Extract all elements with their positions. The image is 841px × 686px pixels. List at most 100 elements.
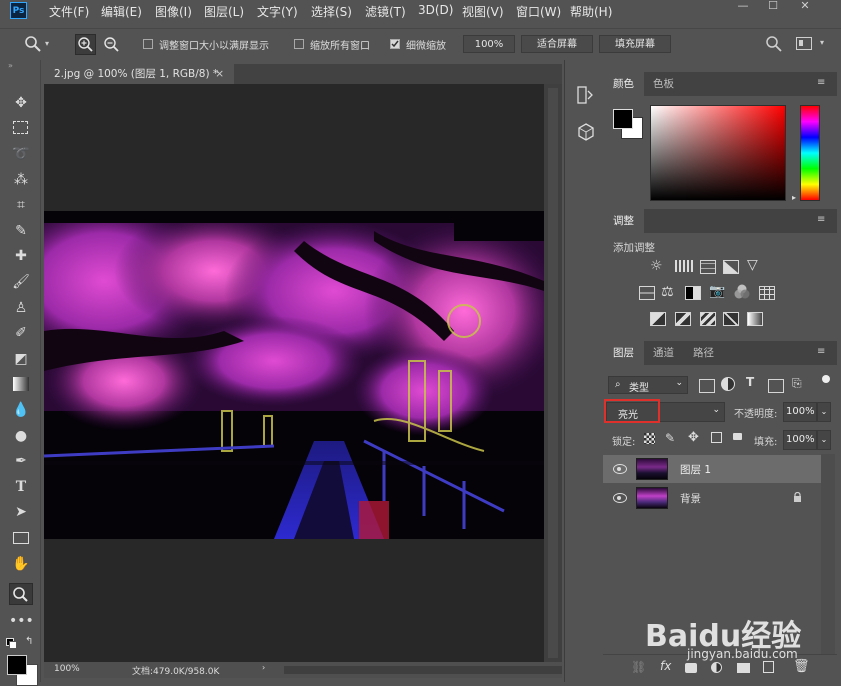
vibrance-icon[interactable]: ▽ xyxy=(747,257,758,273)
color-balance-icon[interactable]: ⚖ xyxy=(661,284,674,300)
visibility-eye-icon[interactable] xyxy=(613,464,627,474)
gradient-tool-icon[interactable] xyxy=(9,373,33,395)
opacity-chevron-icon[interactable]: ⌄ xyxy=(817,402,831,422)
scrubby-zoom-checkbox[interactable] xyxy=(390,39,400,49)
menu-3d[interactable]: 3D(D) xyxy=(418,3,453,17)
swap-colors-icon[interactable]: ↰ xyxy=(25,636,33,647)
color-panel-menu-icon[interactable]: ≡ xyxy=(817,77,825,88)
layer-row-background[interactable]: 背景 xyxy=(603,484,821,512)
menu-file[interactable]: 文件(F) xyxy=(49,3,89,20)
chevron-down-icon[interactable]: ▾ xyxy=(45,39,49,48)
lock-transparent-icon[interactable] xyxy=(644,433,655,444)
vertical-scrollbar[interactable] xyxy=(544,84,562,662)
lock-all-icon[interactable] xyxy=(733,433,742,440)
tab-close-icon[interactable]: × xyxy=(215,64,224,84)
hue-saturation-icon[interactable] xyxy=(639,286,655,300)
lasso-tool-icon[interactable]: ➰ xyxy=(9,143,33,165)
maximize-button[interactable]: ☐ xyxy=(758,0,788,14)
hue-slider[interactable] xyxy=(800,105,820,201)
workspace-chevron-icon[interactable]: ▾ xyxy=(820,38,824,47)
filter-toggle-icon[interactable] xyxy=(822,375,830,383)
status-arrow-icon[interactable]: › xyxy=(262,663,265,672)
crop-tool-icon[interactable]: ⌗ xyxy=(9,194,33,216)
horizontal-scrollbar[interactable] xyxy=(284,666,562,674)
3d-panel-icon[interactable] xyxy=(577,122,595,142)
color-field[interactable] xyxy=(650,105,786,201)
filter-smart-object-icon[interactable]: ⎘ xyxy=(792,376,802,391)
tab-paths[interactable]: 路径 xyxy=(683,341,724,365)
foreground-color-swatch[interactable] xyxy=(7,655,27,675)
filter-adjustment-icon[interactable] xyxy=(721,377,735,391)
invert-icon[interactable] xyxy=(650,312,666,326)
channel-mixer-icon[interactable] xyxy=(734,284,750,300)
zoom-tool-preset-icon[interactable] xyxy=(24,35,42,53)
link-layers-icon[interactable]: ⛓ xyxy=(631,660,646,674)
zoom-all-windows-checkbox[interactable] xyxy=(294,39,304,49)
filter-shape-icon[interactable] xyxy=(768,379,784,393)
minimize-button[interactable]: — xyxy=(728,0,758,14)
tab-swatches[interactable]: 色板 xyxy=(643,72,684,96)
menu-help[interactable]: 帮助(H) xyxy=(570,3,612,20)
document-image[interactable] xyxy=(0,201,564,539)
close-button[interactable]: ✕ xyxy=(790,0,820,14)
lock-position-icon[interactable]: ✥ xyxy=(688,430,699,445)
move-tool-icon[interactable]: ✥ xyxy=(9,92,33,114)
menu-edit[interactable]: 编辑(E) xyxy=(101,3,142,20)
new-group-icon[interactable] xyxy=(737,663,750,673)
fill-chevron-icon[interactable]: ⌄ xyxy=(817,430,831,450)
path-select-tool-icon[interactable]: ➤ xyxy=(9,501,33,523)
layer-list-scrollbar[interactable] xyxy=(821,454,835,654)
menu-view[interactable]: 视图(V) xyxy=(462,3,504,20)
layers-menu-icon[interactable]: ≡ xyxy=(817,346,825,357)
color-panel-foreground-swatch[interactable] xyxy=(613,109,633,129)
opacity-field[interactable]: 100% xyxy=(783,402,817,422)
eraser-tool-icon[interactable]: ◩ xyxy=(9,348,33,370)
fill-screen-button[interactable]: 填充屏幕 xyxy=(599,35,671,53)
selective-color-icon[interactable] xyxy=(723,312,739,326)
default-colors-icon[interactable] xyxy=(6,638,17,649)
lock-artboard-icon[interactable] xyxy=(711,432,722,443)
menu-filter[interactable]: 滤镜(T) xyxy=(365,3,406,20)
hand-tool-icon[interactable]: ✋ xyxy=(9,553,33,575)
black-white-icon[interactable] xyxy=(685,286,701,300)
brush-tool-icon[interactable]: 🖌 xyxy=(9,271,33,293)
levels-icon[interactable] xyxy=(675,260,693,272)
marquee-tool-icon[interactable] xyxy=(9,117,33,139)
menu-select[interactable]: 选择(S) xyxy=(311,3,352,20)
rectangle-tool-icon[interactable] xyxy=(9,527,33,549)
healing-brush-tool-icon[interactable]: ✚ xyxy=(9,245,33,267)
collapse-arrows-icon[interactable]: » xyxy=(8,61,13,70)
tab-channels[interactable]: 通道 xyxy=(643,341,684,365)
photo-filter-icon[interactable]: 📷 xyxy=(709,284,725,299)
posterize-icon[interactable] xyxy=(675,312,691,326)
type-tool-icon[interactable]: T xyxy=(9,476,33,498)
hue-slider-handle-icon[interactable]: ▸ xyxy=(792,193,796,202)
quick-select-tool-icon[interactable]: ⁂ xyxy=(9,169,33,191)
exposure-icon[interactable] xyxy=(723,260,739,274)
search-icon[interactable] xyxy=(765,35,783,53)
layer-filter-select[interactable]: ⌕ 类型 ⌄ xyxy=(608,376,688,394)
new-adjustment-layer-icon[interactable] xyxy=(711,662,722,673)
gradient-map-icon[interactable] xyxy=(747,312,763,326)
menu-window[interactable]: 窗口(W) xyxy=(516,3,561,20)
eyedropper-tool-icon[interactable]: ✎ xyxy=(9,220,33,242)
fill-field[interactable]: 100% xyxy=(783,430,817,450)
visibility-eye-icon[interactable] xyxy=(613,493,627,503)
tab-adjustments[interactable]: 调整 xyxy=(603,209,644,233)
menu-layer[interactable]: 图层(L) xyxy=(204,3,244,20)
pen-tool-icon[interactable]: ✒ xyxy=(9,450,33,472)
history-brush-tool-icon[interactable]: ✐ xyxy=(9,322,33,344)
workspace-icon[interactable] xyxy=(796,37,812,50)
more-tools-icon[interactable]: ••• xyxy=(9,610,34,632)
tab-layers[interactable]: 图层 xyxy=(603,341,644,365)
layer-row-layer1[interactable]: 图层 1 xyxy=(603,455,821,483)
curves-icon[interactable] xyxy=(700,260,716,274)
clone-stamp-tool-icon[interactable]: ♙ xyxy=(9,297,33,319)
menu-image[interactable]: 图像(I) xyxy=(155,3,192,20)
zoom-out-icon[interactable] xyxy=(102,35,121,54)
filter-type-icon[interactable]: T xyxy=(746,375,754,389)
tab-color[interactable]: 颜色 xyxy=(603,72,644,96)
status-zoom[interactable]: 100% xyxy=(54,664,80,674)
color-lookup-icon[interactable] xyxy=(759,286,775,300)
filter-pixel-icon[interactable] xyxy=(699,379,715,393)
